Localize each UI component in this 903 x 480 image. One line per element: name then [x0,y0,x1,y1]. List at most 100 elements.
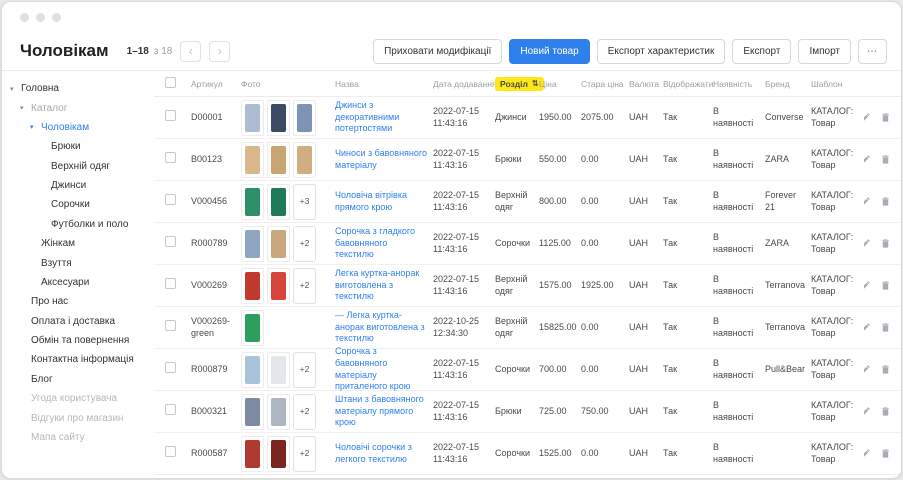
cell-availability: В наявності [710,400,762,423]
sidebar-item[interactable]: Футболки и поло [8,215,152,234]
pagination-prev-button[interactable]: ‹ [180,41,201,62]
column-header[interactable]: Стара ціна [578,79,626,89]
sidebar-item-label: Футболки и поло [51,219,128,230]
sidebar-item-label: Головна [21,83,59,94]
sidebar-item[interactable]: ▾Чоловікам [8,118,152,137]
export-characteristics-button[interactable]: Експорт характеристик [597,39,726,64]
column-header[interactable]: Бренд [762,79,808,89]
delete-icon[interactable] [880,322,891,333]
edit-icon[interactable] [864,112,871,123]
sidebar-item[interactable]: Аксесуари [8,273,152,292]
hide-modifications-button[interactable]: Приховати модифікації [373,39,502,64]
table-row: D00001 Джинси з декоративними потертостя… [154,97,901,139]
column-header[interactable]: Фото [238,79,332,89]
cell-date-time: 11:43:16 [433,286,489,298]
product-name-link[interactable]: Сорочка з гладкого бавовняного текстилю [335,226,427,261]
column-header[interactable]: Артикул [188,79,238,89]
delete-icon[interactable] [880,196,891,207]
sidebar-item[interactable]: Блог [8,370,152,389]
sidebar-item[interactable]: Контактна інформація [8,350,152,369]
product-name-link[interactable]: Легка куртка-анорак виготовлена з тексти… [335,268,427,303]
edit-icon[interactable] [864,406,871,417]
cell-old-price: 750.00 [578,406,626,418]
cell-brand: Terranova [762,280,808,292]
column-header[interactable]: Дата додавання [430,79,492,89]
sidebar-item[interactable]: Верхній одяг [8,157,152,176]
column-header[interactable]: Шаблон [808,79,864,89]
product-name-link[interactable]: Чиноси з бавовняного матеріалу [335,148,427,171]
row-checkbox[interactable] [165,320,176,331]
cell-photos: +2 [238,352,332,388]
sidebar-item[interactable]: Сорочки [8,195,152,214]
export-button[interactable]: Експорт [732,39,791,64]
row-checkbox[interactable] [165,446,176,457]
cell-photos: +2 [238,394,332,430]
delete-icon[interactable] [880,238,891,249]
sidebar-item[interactable]: Брюки [8,137,152,156]
product-name-link[interactable]: Чоловічі сорочки з легкого текстилю [335,442,427,465]
more-photos-badge[interactable]: +2 [293,226,316,262]
more-photos-badge[interactable]: +2 [293,352,316,388]
product-name-link[interactable]: Сорочка з бавовняного матеріалу притален… [335,346,427,393]
edit-icon[interactable] [864,322,871,333]
product-name-link[interactable]: — Легка куртка-анорак виготовлена з текс… [335,310,427,345]
cell-template: КАТАЛОГ: Товар [808,190,864,213]
edit-icon[interactable] [864,238,871,249]
sidebar-item[interactable]: Угода користувача [8,389,152,408]
delete-icon[interactable] [880,406,891,417]
window-minimize-icon[interactable] [36,13,45,22]
sidebar-item[interactable]: ▾Головна [8,79,152,98]
delete-icon[interactable] [880,280,891,291]
sidebar-item[interactable]: Про нас [8,292,152,311]
delete-icon[interactable] [880,112,891,123]
sidebar-item[interactable]: Обмін та повернення [8,331,152,350]
edit-icon[interactable] [864,196,871,207]
edit-icon[interactable] [864,448,871,459]
edit-icon[interactable] [864,364,871,375]
row-checkbox[interactable] [165,152,176,163]
sidebar-item-label: Про нас [31,296,68,307]
column-header[interactable]: Валюта [626,79,660,89]
sidebar-item[interactable]: Взуття [8,253,152,272]
delete-icon[interactable] [880,364,891,375]
row-checkbox[interactable] [165,236,176,247]
sidebar-item[interactable]: ▾Каталог [8,98,152,117]
edit-icon[interactable] [864,280,871,291]
cell-old-price: 0.00 [578,238,626,250]
window-maximize-icon[interactable] [52,13,61,22]
more-photos-badge[interactable]: +2 [293,394,316,430]
column-header[interactable]: Назва [332,79,430,89]
window-close-icon[interactable] [20,13,29,22]
sidebar-item-label: Мапа сайту [31,432,85,443]
sidebar-item[interactable]: Джинси [8,176,152,195]
product-name-link[interactable]: Штани з бавовняного матеріалу прямого кр… [335,394,427,429]
column-header[interactable]: Відображати [660,79,710,89]
column-header[interactable]: Наявність [710,79,762,89]
row-checkbox[interactable] [165,110,176,121]
more-photos-badge[interactable]: +3 [293,184,316,220]
edit-icon[interactable] [864,154,871,165]
select-all-checkbox[interactable] [165,77,176,88]
sidebar-item[interactable]: Мапа сайту [8,428,152,447]
row-checkbox[interactable] [165,278,176,289]
more-photos-badge[interactable]: +2 [293,268,316,304]
product-name-link[interactable]: Чоловіча вітрівка прямого крою [335,190,427,213]
sidebar-item[interactable]: Відгуки про магазин [8,408,152,427]
sidebar-item[interactable]: Оплата і доставка [8,312,152,331]
column-header[interactable]: Ціна [536,79,578,89]
more-photos-badge[interactable]: +2 [293,436,316,472]
pagination-next-button[interactable]: › [209,41,230,62]
new-product-button[interactable]: Новий товар [509,39,589,64]
import-button[interactable]: Імпорт [798,39,851,64]
column-header[interactable]: Розділ⇅ [492,77,536,91]
row-checkbox[interactable] [165,194,176,205]
delete-icon[interactable] [880,154,891,165]
more-actions-button[interactable]: ⋯ [858,39,887,64]
delete-icon[interactable] [880,448,891,459]
row-checkbox[interactable] [165,362,176,373]
cell-price: 1525.00 [536,448,578,460]
product-name-link[interactable]: Джинси з декоративними потертостями [335,100,427,135]
row-checkbox[interactable] [165,404,176,415]
sidebar-item[interactable]: Жінкам [8,234,152,253]
sidebar-item-label: Жінкам [41,238,75,249]
